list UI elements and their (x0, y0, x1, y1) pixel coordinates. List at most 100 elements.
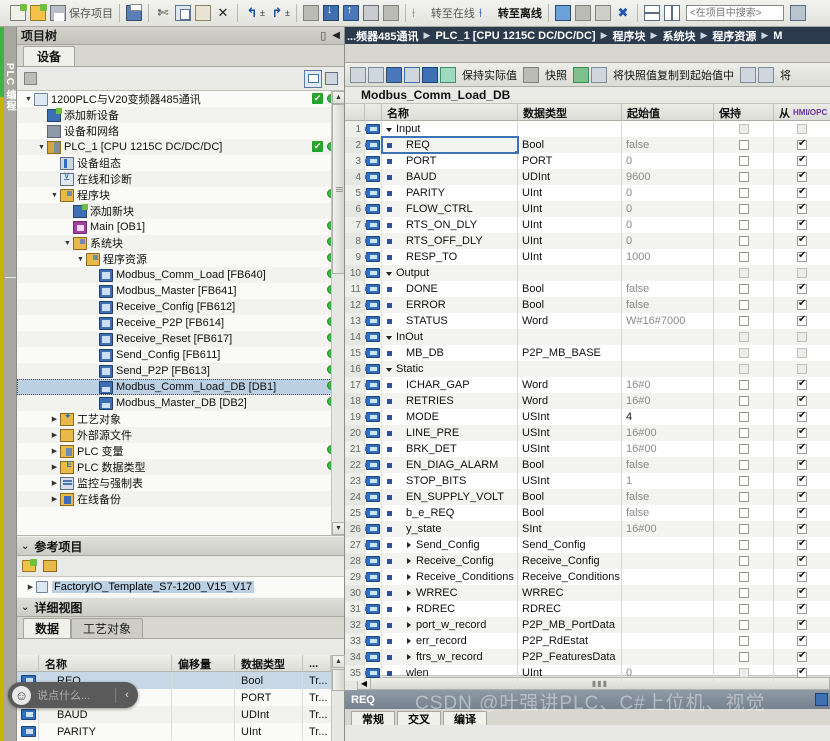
cell-retain[interactable] (714, 441, 774, 457)
show-panel1-button[interactable] (573, 2, 593, 24)
retain-checkbox[interactable] (738, 428, 749, 438)
cell-startvalue[interactable] (622, 633, 714, 649)
cell-retain[interactable] (714, 665, 774, 681)
cell-datatype[interactable]: USInt (518, 441, 622, 457)
new-project-button[interactable] (8, 2, 28, 24)
keep-actual-values-icon[interactable] (523, 66, 539, 83)
chevron-down-icon[interactable]: ▼ (62, 240, 73, 247)
cell-retain[interactable] (714, 393, 774, 409)
table-row[interactable]: 6 FLOW_CTRL UInt 0 (345, 201, 830, 217)
close-reference-project-icon[interactable] (43, 560, 57, 572)
hmi-visible-checkbox[interactable] (797, 506, 807, 518)
hmi-visible-checkbox[interactable] (797, 348, 807, 358)
expand-triangle-icon[interactable] (407, 542, 411, 548)
cell-datatype[interactable]: UInt (518, 217, 622, 233)
show-panel2-button[interactable] (593, 2, 613, 24)
hmi-visible-checkbox[interactable] (797, 170, 807, 182)
chevron-right-icon[interactable]: ▶ (49, 495, 60, 503)
hmi-visible-checkbox[interactable] (797, 554, 807, 566)
table-row[interactable]: 20 LINE_PRE USInt 16#00 (345, 425, 830, 441)
cell-name[interactable]: Static (382, 361, 518, 377)
chevron-right-icon[interactable]: ▶ (49, 431, 60, 439)
table-row[interactable]: 22 EN_DIAG_ALARM Bool false (345, 457, 830, 473)
cell-name[interactable]: InOut (382, 329, 518, 345)
cell-name[interactable]: RTS_OFF_DLY (382, 233, 518, 249)
cell-name[interactable]: WRREC (382, 585, 518, 601)
retain-checkbox[interactable] (738, 268, 749, 278)
hmi-visible-checkbox[interactable] (797, 314, 807, 326)
cell-retain[interactable] (714, 137, 774, 153)
open-project-button[interactable] (28, 2, 48, 24)
retain-checkbox[interactable] (738, 156, 749, 166)
chevron-down-icon[interactable]: ▼ (49, 192, 60, 199)
hmi-visible-checkbox[interactable] (797, 364, 807, 374)
cell-hmi[interactable] (774, 377, 830, 393)
cell-retain[interactable] (714, 649, 774, 665)
cell-hmi[interactable] (774, 361, 830, 377)
cell-startvalue[interactable]: false (622, 505, 714, 521)
pin-icon[interactable]: ▯ (320, 29, 326, 42)
cell-hmi[interactable] (774, 393, 830, 409)
cell-retain[interactable] (714, 633, 774, 649)
cell-hmi[interactable] (774, 601, 830, 617)
hmi-visible-checkbox[interactable] (797, 124, 807, 134)
cell-name[interactable]: MB_DB (382, 345, 518, 361)
cell-startvalue[interactable]: 1 (622, 473, 714, 489)
table-row[interactable]: 28 Receive_Config Receive_Config (345, 553, 830, 569)
table-row[interactable]: 23 STOP_BITS USInt 1 (345, 473, 830, 489)
breadcrumb-program-resources[interactable]: 程序资源 (712, 28, 756, 44)
cell-hmi[interactable] (774, 553, 830, 569)
tree-item-7[interactable]: 添加新块 (17, 203, 344, 219)
reference-projects-header[interactable]: ⌄ 参考项目 (17, 536, 344, 556)
cell-hmi[interactable] (774, 441, 830, 457)
detail-row-2[interactable]: BAUD UDInt Tr... (17, 706, 344, 723)
detail-view-header[interactable]: ⌄ 详细视图 (17, 597, 344, 617)
table-row[interactable]: 31 RDREC RDREC (345, 601, 830, 617)
cell-name[interactable]: PARITY (382, 185, 518, 201)
tree-item-20[interactable]: ▶ 工艺对象 (17, 411, 344, 427)
expand-triangle-icon[interactable] (407, 622, 411, 628)
hmi-visible-checkbox[interactable] (797, 282, 807, 294)
retain-checkbox[interactable] (738, 476, 749, 486)
collapse-triangle-icon[interactable] (386, 368, 392, 372)
tree-item-1[interactable]: 添加新设备 (17, 107, 344, 123)
cell-hmi[interactable] (774, 489, 830, 505)
cell-retain[interactable] (714, 601, 774, 617)
cell-name[interactable]: PORT (382, 153, 518, 169)
retain-checkbox[interactable] (738, 620, 749, 630)
cell-retain[interactable] (714, 169, 774, 185)
tree-item-9[interactable]: ▼ 系统块 (17, 235, 344, 251)
cell-datatype[interactable]: PORT (518, 153, 622, 169)
cell-startvalue[interactable] (622, 265, 714, 281)
retain-checkbox[interactable] (738, 444, 749, 454)
hmi-visible-checkbox[interactable] (797, 586, 807, 598)
cell-retain[interactable] (714, 345, 774, 361)
tree-item-15[interactable]: Receive_Reset [FB617] (17, 331, 344, 347)
retain-checkbox[interactable] (738, 460, 749, 470)
cell-hmi[interactable] (774, 473, 830, 489)
table-row[interactable]: 15 MB_DB P2P_MB_BASE (345, 345, 830, 361)
hmi-visible-checkbox[interactable] (797, 202, 807, 214)
comment-overlay-widget[interactable]: ☺ 说点什么... ‹ (8, 682, 138, 708)
cell-startvalue[interactable]: 0 (622, 233, 714, 249)
table-row[interactable]: 17 ICHAR_GAP Word 16#0 (345, 377, 830, 393)
tree-item-5[interactable]: 在线和诊断 (17, 171, 344, 187)
table-row[interactable]: 11 DONE Bool false (345, 281, 830, 297)
tab-data[interactable]: 数据 (23, 618, 72, 638)
table-row[interactable]: 24 EN_SUPPLY_VOLT Bool false (345, 489, 830, 505)
cell-hmi[interactable] (774, 521, 830, 537)
cell-datatype[interactable]: UInt (518, 249, 622, 265)
cell-datatype[interactable]: Bool (518, 281, 622, 297)
table-row[interactable]: 32 port_w_record P2P_MB_PortData (345, 617, 830, 633)
chevron-right-icon[interactable]: ▶ (49, 447, 60, 455)
cell-retain[interactable] (714, 569, 774, 585)
hmi-visible-checkbox[interactable] (797, 268, 807, 278)
cell-startvalue[interactable]: 4 (622, 409, 714, 425)
breadcrumb-program-blocks[interactable]: 程序块 (613, 28, 646, 44)
cell-startvalue[interactable]: 16#00 (622, 425, 714, 441)
col-name[interactable]: 名称 (382, 104, 518, 121)
cell-hmi[interactable] (774, 537, 830, 553)
cell-hmi[interactable] (774, 633, 830, 649)
cell-retain[interactable] (714, 217, 774, 233)
download-button[interactable] (321, 2, 341, 24)
